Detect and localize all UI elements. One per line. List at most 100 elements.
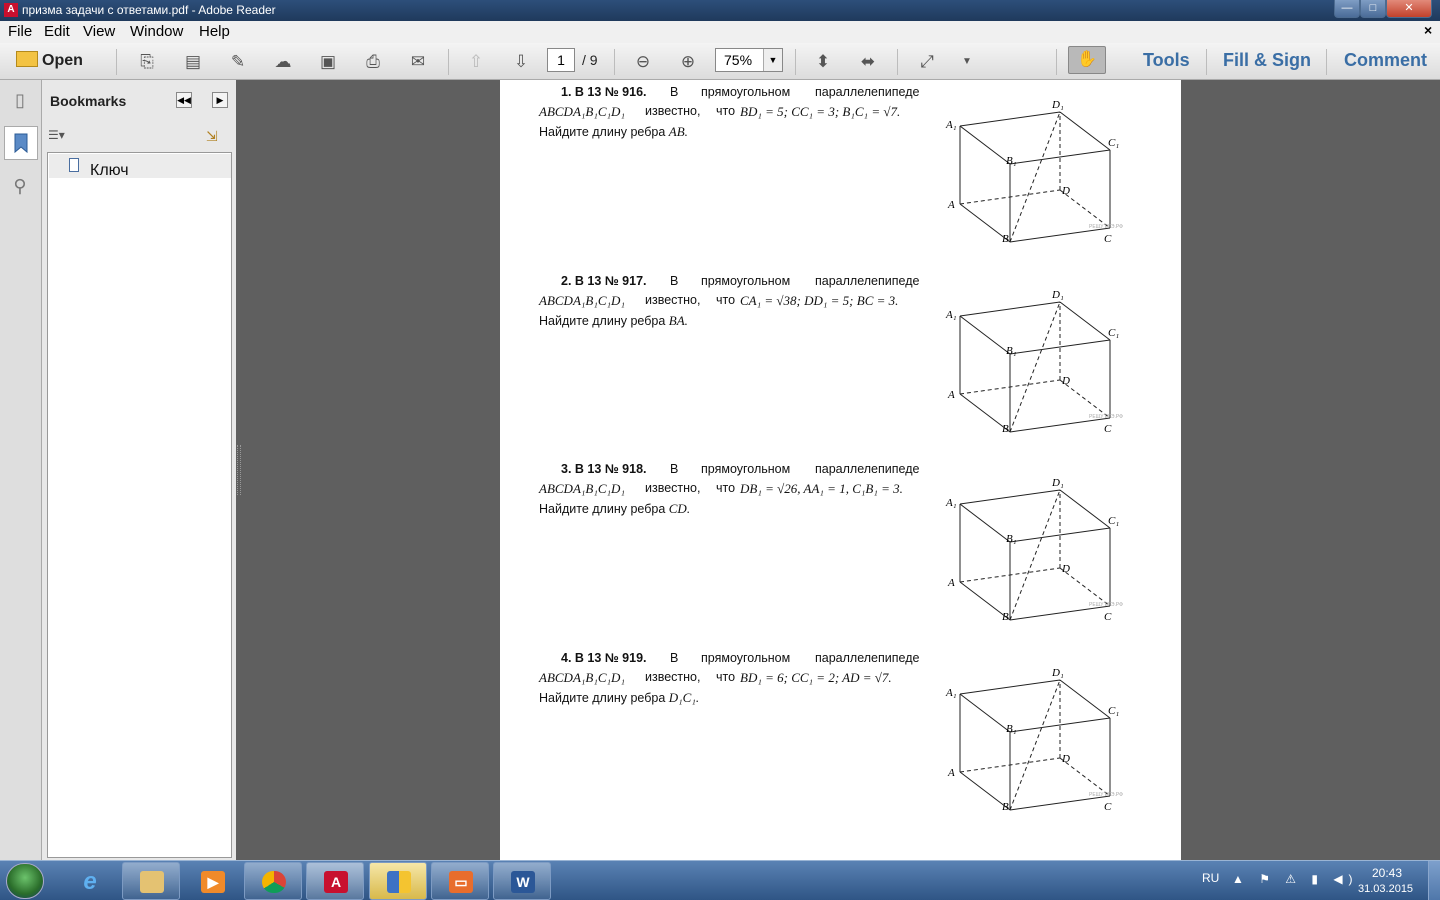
- problem-question: Найдите длину ребра BA.: [539, 313, 688, 329]
- figure-edge: [1009, 301, 1061, 433]
- problem-word: В: [670, 651, 679, 665]
- more-tools-dropdown-icon[interactable]: ▼: [957, 52, 977, 72]
- vertex-label: C: [1104, 801, 1112, 812]
- vertex-label: B₁: [1006, 155, 1017, 167]
- fit-page-icon[interactable]: ⬍: [813, 52, 833, 72]
- figure-edge: [959, 693, 1011, 733]
- vertex-label: D: [1061, 375, 1070, 387]
- figure-edge: [1059, 111, 1111, 151]
- menu-window[interactable]: Window: [130, 23, 183, 40]
- problem-question: Найдите длину ребра CD.: [539, 501, 690, 517]
- problem-shape: ABCDA₁B₁C₁D₁: [539, 670, 625, 685]
- minimize-button[interactable]: —: [1334, 0, 1360, 18]
- hand-tool-icon[interactable]: ✋: [1068, 46, 1106, 74]
- page-thumbnails-icon[interactable]: ▯: [9, 90, 31, 114]
- bookmark-item[interactable]: Ключ: [49, 154, 231, 179]
- show-desktop-button[interactable]: [1428, 861, 1440, 900]
- tray-icons[interactable]: ▲ ⚑ ⚠ ▮ ◀): [1232, 872, 1359, 886]
- question-edge: AB.: [668, 124, 688, 139]
- fullscreen-icon[interactable]: ⤢: [917, 52, 937, 72]
- taskbar-internet-explorer[interactable]: e: [60, 862, 118, 900]
- taskbar-word[interactable]: W: [493, 862, 551, 900]
- figure-edge: [959, 679, 1061, 695]
- panel-splitter[interactable]: [237, 445, 241, 495]
- problem-text: известно,: [645, 104, 701, 118]
- export-pdf-icon[interactable]: ▤: [183, 52, 203, 72]
- menu-view[interactable]: View: [83, 23, 115, 40]
- problem-given: BD₁ = 5; CC₁ = 3; B₁C₁ = √7.: [740, 104, 901, 119]
- problem-word: параллелепипеде: [815, 274, 920, 288]
- prev-page-icon[interactable]: ⇧: [466, 52, 486, 72]
- collapse-panel-icon[interactable]: ◀◀: [176, 92, 192, 108]
- toolbar-divider: [448, 49, 449, 75]
- figure-edge: [959, 125, 1011, 165]
- attachments-icon[interactable]: ⚲: [9, 176, 31, 200]
- document-close-icon[interactable]: ×: [1424, 22, 1432, 38]
- email-icon[interactable]: ✉: [408, 52, 428, 72]
- create-pdf-icon[interactable]: ⎘: [137, 52, 157, 72]
- toolbar-divider: [614, 49, 615, 75]
- vertex-label: C: [1104, 611, 1112, 622]
- save-icon[interactable]: ▣: [318, 52, 338, 72]
- options-menu-icon[interactable]: ☰▾: [48, 128, 74, 144]
- clock-time[interactable]: 20:43: [1372, 866, 1402, 880]
- title-bar: A призма задачи с ответами.pdf - Adobe R…: [0, 0, 1440, 21]
- edit-icon[interactable]: ✎: [228, 52, 248, 72]
- taskbar: e ▶ A ▭ W: [0, 860, 1440, 900]
- vertex-label: C₁: [1108, 515, 1119, 527]
- open-button[interactable]: Open: [16, 51, 83, 70]
- start-button[interactable]: [6, 863, 44, 899]
- maximize-button[interactable]: □: [1360, 0, 1386, 18]
- adobe-reader-icon: A: [324, 871, 348, 893]
- problem-shape: ABCDA₁B₁C₁D₁: [539, 293, 625, 308]
- taskbar-media-player[interactable]: ▶: [183, 862, 241, 900]
- problem-word: прямоугольном: [701, 85, 791, 99]
- zoom-dropdown-icon[interactable]: ▼: [763, 49, 782, 71]
- problem-word: прямоугольном: [701, 274, 791, 288]
- vertex-label: D₁: [1051, 289, 1064, 301]
- window-title: призма задачи с ответами.pdf - Adobe Rea…: [22, 3, 276, 17]
- menu-file[interactable]: File: [8, 23, 32, 40]
- expand-panel-icon[interactable]: ▶: [212, 92, 228, 108]
- vertex-label: A₁: [945, 309, 957, 321]
- taskbar-explorer[interactable]: [122, 862, 180, 900]
- find-bookmark-icon[interactable]: ⇲: [206, 128, 218, 145]
- figure-edge: [959, 111, 1061, 127]
- upload-cloud-icon[interactable]: ☁: [273, 52, 293, 72]
- menu-edit[interactable]: Edit: [44, 23, 70, 40]
- pdf-page: 1. B 13 № 916. В прямоугольном параллеле…: [500, 80, 1181, 860]
- language-indicator[interactable]: RU: [1202, 871, 1219, 885]
- vertex-label: A: [947, 577, 955, 589]
- taskbar-chrome[interactable]: [244, 862, 302, 900]
- next-page-icon[interactable]: ⇩: [511, 52, 531, 72]
- bookmarks-title: Bookmarks: [50, 93, 127, 109]
- clock-date[interactable]: 31.03.2015: [1358, 883, 1413, 895]
- comment-tab[interactable]: Comment: [1344, 50, 1427, 71]
- print-icon[interactable]: ⎙: [363, 52, 383, 72]
- watermark: РЕШУ ЕГЭ.РФ: [1089, 602, 1123, 608]
- taskbar-security[interactable]: [369, 862, 427, 900]
- vertex-label: B: [1002, 423, 1009, 434]
- problem-number: 4. B 13 № 919.: [561, 651, 647, 665]
- watermark: РЕШУ ЕГЭ.РФ: [1089, 792, 1123, 798]
- bookmarks-panel-icon[interactable]: [4, 126, 38, 160]
- shield-icon: [387, 871, 411, 893]
- taskbar-adobe-reader[interactable]: A: [306, 862, 364, 900]
- fill-sign-tab[interactable]: Fill & Sign: [1223, 50, 1311, 71]
- internet-explorer-icon: e: [83, 868, 97, 895]
- vertex-label: B: [1002, 801, 1009, 812]
- problem-given: DB₁ = √26, AA₁ = 1, C₁B₁ = 3.: [740, 481, 903, 496]
- tools-tab[interactable]: Tools: [1143, 50, 1190, 71]
- question-edge: CD.: [668, 501, 691, 516]
- zoom-in-icon[interactable]: ⊕: [678, 52, 698, 72]
- fit-width-icon[interactable]: ⬌: [858, 52, 878, 72]
- vertex-label: D: [1061, 753, 1070, 765]
- close-button[interactable]: ✕: [1386, 0, 1432, 18]
- menu-help[interactable]: Help: [199, 23, 230, 40]
- watermark: РЕШУ ЕГЭ.РФ: [1089, 224, 1123, 230]
- zoom-out-icon[interactable]: ⊖: [633, 52, 653, 72]
- taskbar-presentation[interactable]: ▭: [431, 862, 489, 900]
- problem-word: В: [670, 274, 679, 288]
- page-number-input[interactable]: 1: [547, 48, 575, 72]
- presentation-icon: ▭: [449, 871, 473, 893]
